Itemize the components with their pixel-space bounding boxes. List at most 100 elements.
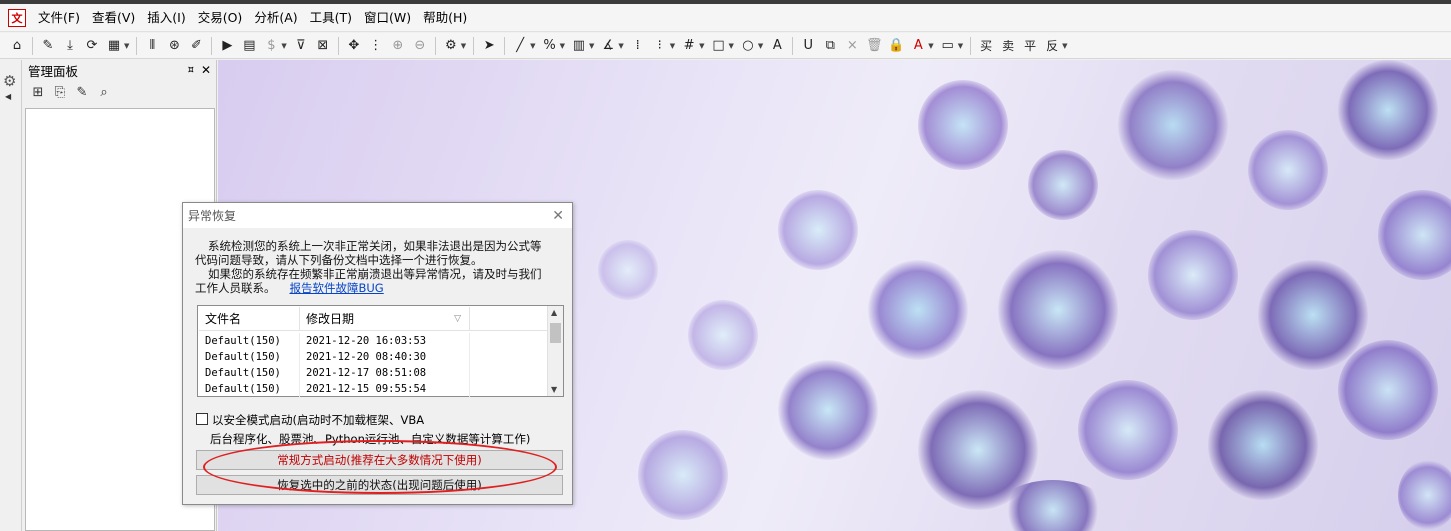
move-icon[interactable]: ✥ <box>344 36 364 56</box>
scroll-thumb[interactable] <box>550 323 561 343</box>
chevron-left-icon[interactable]: ◀ <box>5 92 11 101</box>
recovery-dialog: 异常恢复 ✕ 系统检测您的系统上一次非正常关闭，如果非法退出是因为公式等 代码问… <box>182 202 573 505</box>
chevron-down-icon[interactable]: ▼ <box>461 42 466 50</box>
scroll-down-icon[interactable]: ▼ <box>551 385 557 394</box>
chevron-down-icon[interactable]: ▼ <box>928 42 933 50</box>
list-rows: Default(150) 2021-12-20 16:03:53 Default… <box>199 333 548 397</box>
delete-icon[interactable]: × <box>842 36 862 56</box>
table-row[interactable]: Default(150) 2021-12-17 08:51:08 <box>199 365 548 381</box>
chevron-down-icon[interactable]: ▼ <box>729 42 734 50</box>
refresh-icon[interactable]: ⟳ <box>82 36 102 56</box>
toolbar-separator <box>136 36 138 55</box>
line-tool-icon[interactable]: ╱ <box>510 36 530 56</box>
edit-icon[interactable]: ✎ <box>73 85 91 100</box>
column-header-modified[interactable]: 修改日期 ▽ <box>300 307 470 331</box>
new-file-icon[interactable]: ⎘ <box>51 85 69 100</box>
menu-analysis[interactable]: 分析(A) <box>248 7 303 29</box>
normal-start-button[interactable]: 常规方式启动(推荐在大多数情况下使用) <box>196 450 563 470</box>
edit-icon[interactable]: ✐ <box>186 36 206 56</box>
home-icon[interactable]: ⌂ <box>7 36 27 56</box>
settings-icon[interactable]: ⚙ <box>3 72 16 90</box>
vertical-lines-icon[interactable]: ⁞ <box>628 36 648 56</box>
toolbar: ⌂ ✎ ⤓ ⟳ ▦ ▼ ⫴ ⊛ ✐ ▶ ▤ $ ▼ ⊽ ⊠ ✥ ⋮ ⊕ ⊖ ⚙ … <box>0 33 1451 59</box>
zoom-out-icon[interactable]: ⊖ <box>410 36 430 56</box>
menu-insert[interactable]: 插入(I) <box>141 7 191 29</box>
menu-trade[interactable]: 交易(O) <box>192 7 249 29</box>
cycle-lines-icon[interactable]: ⁝ <box>650 36 670 56</box>
menu-file[interactable]: 文件(F) <box>32 7 86 29</box>
close-icon[interactable]: ✕ <box>552 208 564 224</box>
cursor-icon[interactable]: ➤ <box>479 36 499 56</box>
report-bug-link[interactable]: 报告软件故障BUG <box>290 281 384 295</box>
font-color-icon[interactable]: A <box>908 36 928 56</box>
layout-grid-icon[interactable]: ▦ <box>104 36 124 56</box>
copy-icon[interactable]: ⧉ <box>820 36 840 56</box>
dialog-message: 系统检测您的系统上一次非正常关闭，如果非法退出是因为公式等 代码问题导致，请从下… <box>195 239 565 295</box>
pencil-icon[interactable]: ✎ <box>38 36 58 56</box>
lock-icon[interactable]: 🔒 <box>886 36 906 56</box>
chevron-down-icon[interactable]: ▼ <box>958 42 963 50</box>
chevron-down-icon[interactable]: ▼ <box>670 42 675 50</box>
chevron-down-icon[interactable]: ▼ <box>758 42 763 50</box>
angle-tool-icon[interactable]: ∡ <box>598 36 618 56</box>
close-icon[interactable]: ✕ <box>201 63 211 77</box>
formula-icon[interactable]: ⊠ <box>313 36 333 56</box>
zoom-in-icon[interactable]: ⊕ <box>388 36 408 56</box>
toolbar-separator <box>504 36 506 55</box>
percent-tool-icon[interactable]: % <box>540 36 560 56</box>
rectangle-tool-icon[interactable]: □ <box>709 36 729 56</box>
chevron-down-icon[interactable]: ▼ <box>560 42 565 50</box>
chevron-down-icon[interactable]: ▼ <box>699 42 704 50</box>
menu-tools[interactable]: 工具(T) <box>304 7 358 29</box>
backup-list[interactable]: 文件名 修改日期 ▽ Default(150) 2021-12-20 16:03:… <box>197 305 564 397</box>
magnet-icon[interactable]: U <box>798 36 818 56</box>
ruler-icon[interactable]: ⋮ <box>366 36 386 56</box>
close-position-button[interactable]: 平 <box>1020 36 1040 56</box>
download-icon[interactable]: ⤓ <box>60 36 80 56</box>
channel-tool-icon[interactable]: ▥ <box>569 36 589 56</box>
safe-mode-checkbox[interactable] <box>196 413 208 425</box>
trash-icon[interactable]: 🗑 <box>864 36 884 56</box>
menu-help[interactable]: 帮助(H) <box>417 7 473 29</box>
dollar-icon[interactable]: $ <box>261 36 281 56</box>
chevron-down-icon[interactable]: ▼ <box>530 42 535 50</box>
scroll-up-icon[interactable]: ▲ <box>551 308 557 317</box>
sell-button[interactable]: 卖 <box>998 36 1018 56</box>
menu-view[interactable]: 查看(V) <box>86 7 141 29</box>
buy-button[interactable]: 买 <box>976 36 996 56</box>
add-icon[interactable]: ⊞ <box>29 85 47 100</box>
filter-icon[interactable]: ⊽ <box>291 36 311 56</box>
row-date: 2021-12-17 08:51:08 <box>300 365 470 381</box>
column-header-filename[interactable]: 文件名 <box>199 307 300 331</box>
ellipse-tool-icon[interactable]: ○ <box>738 36 758 56</box>
pin-icon[interactable]: ⯏ <box>187 65 195 76</box>
table-row[interactable]: Default(150) 2021-12-15 09:55:54 <box>199 381 548 397</box>
restore-state-button[interactable]: 恢复选中的之前的状态(出现问题后使用) <box>196 475 563 495</box>
chevron-down-icon[interactable]: ▼ <box>1062 42 1067 50</box>
vertical-scrollbar[interactable]: ▲ ▼ <box>547 306 563 396</box>
candlestick-icon[interactable]: ⫴ <box>142 36 162 56</box>
reverse-position-button[interactable]: 反 <box>1042 36 1062 56</box>
message-line: 代码问题导致，请从下列备份文档中选择一个进行恢复。 <box>195 253 483 267</box>
play-icon[interactable]: ▶ <box>217 36 237 56</box>
document-icon[interactable]: ▤ <box>239 36 259 56</box>
safe-mode-option[interactable]: 以安全模式启动(启动时不加载框架、VBA <box>196 412 424 428</box>
chevron-down-icon[interactable]: ▼ <box>124 42 129 50</box>
table-row[interactable]: Default(150) 2021-12-20 16:03:53 <box>199 333 548 349</box>
menu-window[interactable]: 窗口(W) <box>358 7 417 29</box>
text-tool-icon[interactable]: A <box>767 36 787 56</box>
gear-icon[interactable]: ⚙ <box>441 36 461 56</box>
message-line: 系统检测您的系统上一次非正常关闭，如果非法退出是因为公式等 <box>208 239 542 253</box>
table-row[interactable]: Default(150) 2021-12-20 08:40:30 <box>199 349 548 365</box>
chevron-down-icon[interactable]: ▼ <box>618 42 623 50</box>
row-date: 2021-12-15 09:55:54 <box>300 381 470 397</box>
left-sidebar-strip: ⚙ ◀ <box>0 60 22 531</box>
chevron-down-icon[interactable]: ▼ <box>281 42 286 50</box>
search-icon[interactable]: ⌕ <box>95 85 113 100</box>
grid-tool-icon[interactable]: # <box>679 36 699 56</box>
alert-icon[interactable]: ⊛ <box>164 36 184 56</box>
toolbar-separator <box>473 36 475 55</box>
fill-color-icon[interactable]: ▭ <box>938 36 958 56</box>
chevron-down-icon[interactable]: ▼ <box>589 42 594 50</box>
panel-toolbar: ⊞ ⎘ ✎ ⌕ <box>23 80 216 104</box>
